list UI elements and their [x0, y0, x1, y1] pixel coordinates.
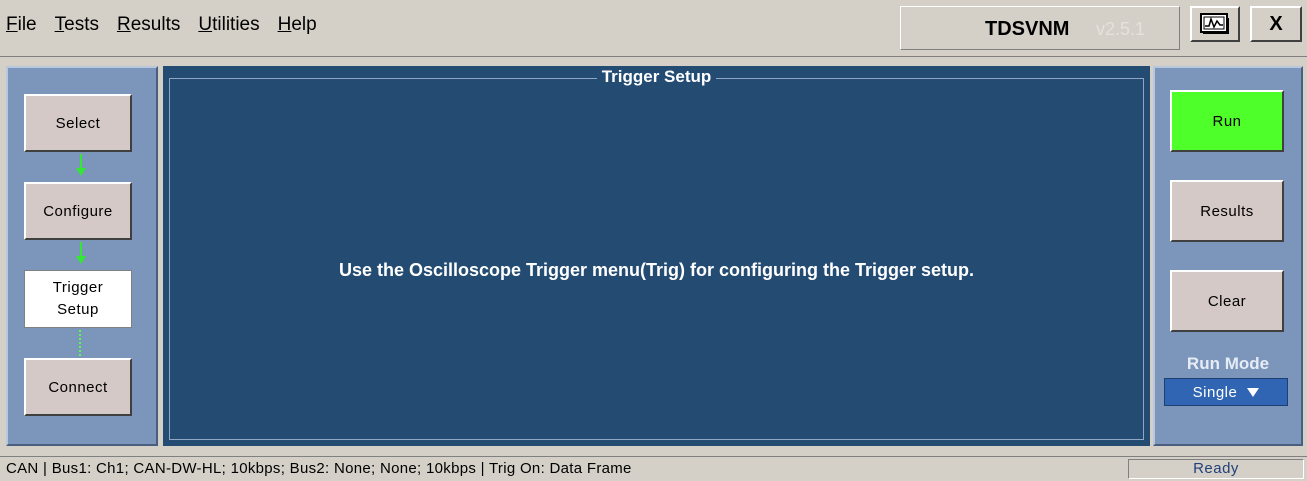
- menu-file[interactable]: File: [6, 14, 37, 36]
- clear-button-label: Clear: [1207, 292, 1247, 310]
- results-button-label: Results: [1200, 202, 1254, 220]
- run-mode-value: Single: [1192, 383, 1238, 401]
- app-title-panel: TDSVNM v2.5.1: [900, 6, 1180, 50]
- run-mode-label: Run Mode: [1186, 354, 1270, 373]
- select-button-label: Select: [55, 114, 101, 132]
- connect-button-label: Connect: [48, 378, 108, 396]
- configure-button-label: Configure: [43, 202, 113, 220]
- trigger-setup-label-line2: Setup: [57, 301, 99, 318]
- status-config-text: CAN | Bus1: Ch1; CAN-DW-HL; 10kbps; Bus2…: [6, 460, 632, 477]
- panel-title-text: Trigger Setup: [596, 67, 717, 86]
- results-button[interactable]: Results: [1170, 180, 1284, 242]
- menu-results[interactable]: Results: [117, 14, 180, 36]
- trigger-setup-step[interactable]: Trigger Setup: [24, 270, 132, 328]
- oscilloscope-icon: [1200, 13, 1229, 34]
- menu-utilities[interactable]: Utilities: [198, 14, 259, 36]
- clear-button[interactable]: Clear: [1170, 270, 1284, 332]
- run-mode-select[interactable]: Single: [1164, 378, 1288, 406]
- close-button[interactable]: X: [1250, 6, 1302, 42]
- app-version: v2.5.1: [1096, 19, 1146, 39]
- trigger-setup-label-line1: Trigger: [52, 279, 104, 296]
- scope-view-button[interactable]: [1190, 6, 1240, 42]
- run-button[interactable]: Run: [1170, 90, 1284, 152]
- status-ready: Ready: [1128, 459, 1304, 479]
- app-name: TDSVNM: [985, 18, 1070, 40]
- panel-frame: [169, 78, 1144, 440]
- flow-arrow-icon: [76, 154, 86, 176]
- configure-button[interactable]: Configure: [24, 182, 132, 240]
- select-button[interactable]: Select: [24, 94, 132, 152]
- flow-connector: [79, 330, 81, 356]
- panel-title: Trigger Setup: [163, 67, 1150, 87]
- close-icon: X: [1269, 12, 1283, 35]
- trigger-setup-panel: Trigger Setup Use the Oscilloscope Trigg…: [163, 66, 1150, 446]
- trigger-instructions: Use the Oscilloscope Trigger menu(Trig) …: [338, 260, 975, 280]
- connect-button[interactable]: Connect: [24, 358, 132, 416]
- run-button-label: Run: [1212, 112, 1242, 130]
- flow-arrow-icon: [76, 242, 86, 264]
- menu-items: File Tests Results Utilities Help: [6, 14, 317, 36]
- menu-tests[interactable]: Tests: [55, 14, 99, 36]
- menu-help[interactable]: Help: [278, 14, 317, 36]
- status-bar: CAN | Bus1: Ch1; CAN-DW-HL; 10kbps; Bus2…: [0, 456, 1307, 481]
- main-area: Select Configure Trigger Setup Connect T…: [0, 58, 1307, 454]
- menu-bar: File Tests Results Utilities Help TDSVNM…: [0, 0, 1307, 57]
- dropdown-arrow-icon: [1247, 387, 1260, 397]
